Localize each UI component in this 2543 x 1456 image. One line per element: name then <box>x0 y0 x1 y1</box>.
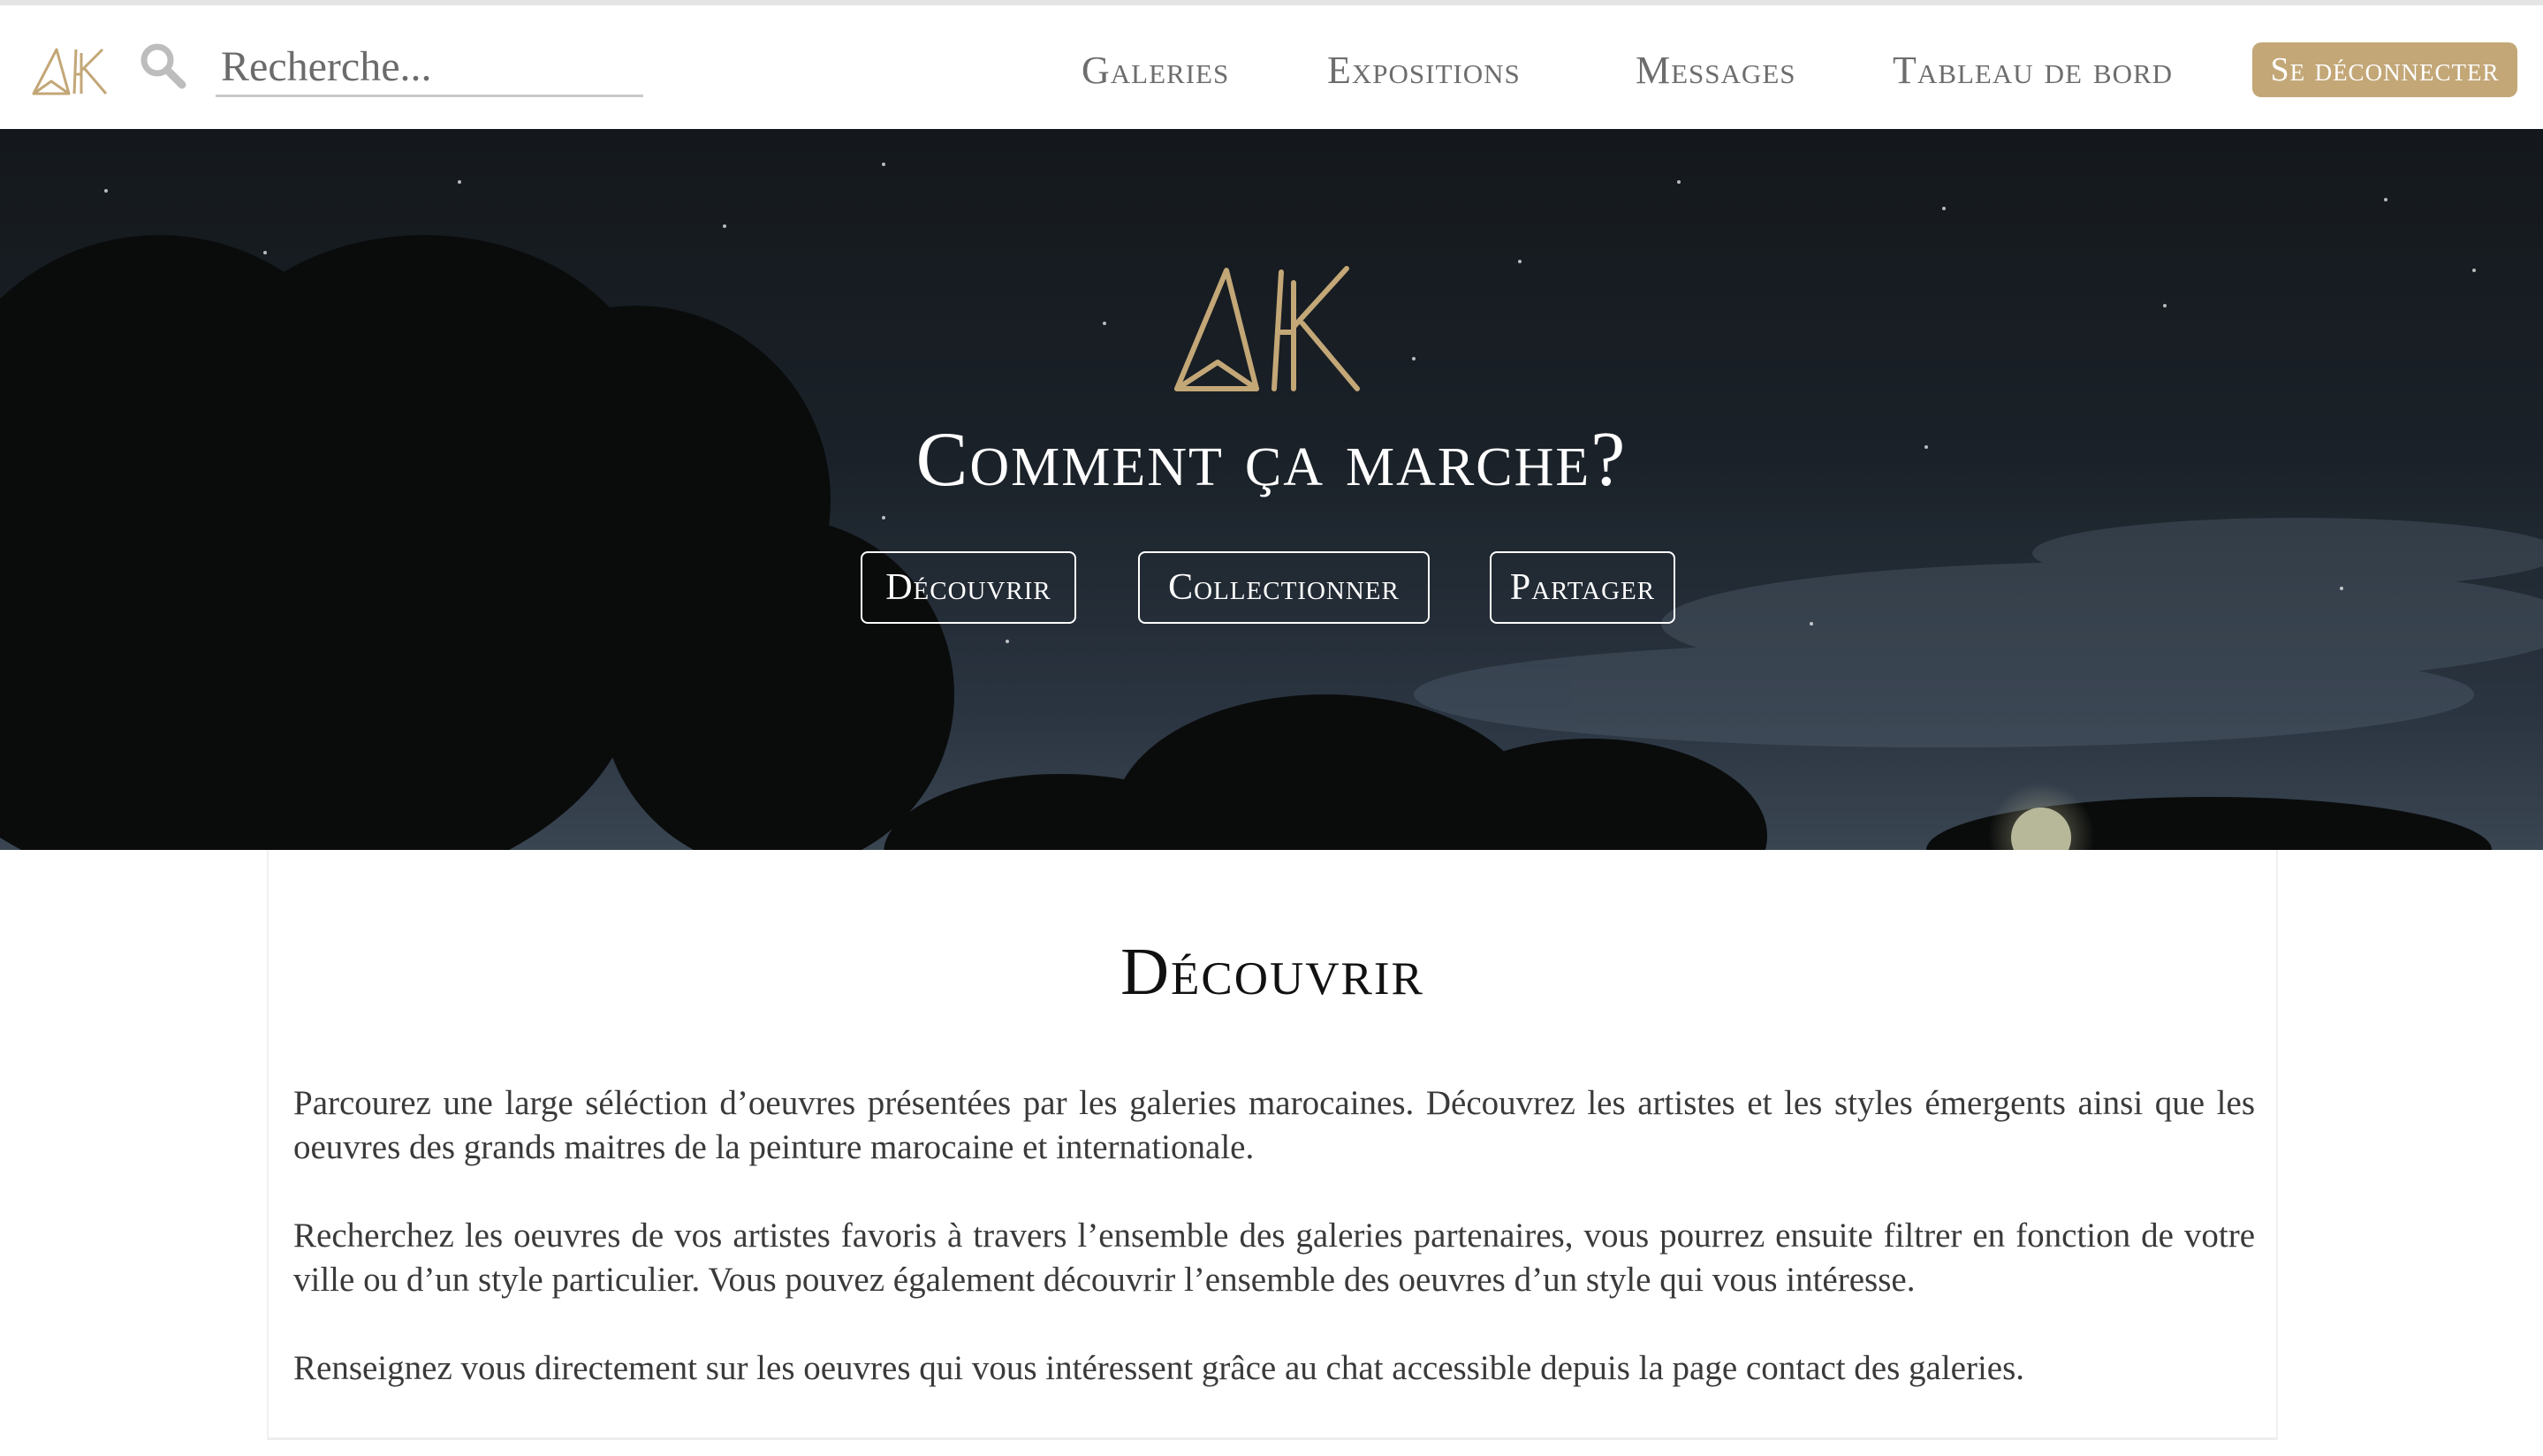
hero-button-partager[interactable]: Partager <box>1490 551 1675 624</box>
paragraph-2: Recherchez les oeuvres de vos artistes f… <box>293 1217 2255 1299</box>
hero-banner: Comment ça marche? Découvrir Collectionn… <box>0 129 2543 850</box>
navbar: Galeries Expositions Messages Tableau de… <box>0 5 2543 129</box>
paragraph-1: Parcourez une large séléction d’oeuvres … <box>293 1084 2255 1166</box>
search-icon[interactable] <box>138 41 187 90</box>
ak-hero-logo-icon <box>1174 266 1360 391</box>
search-input[interactable] <box>216 39 643 97</box>
logout-button[interactable]: Se déconnecter <box>2252 42 2517 97</box>
nav-link-tableau-de-bord[interactable]: Tableau de bord <box>1893 44 2173 97</box>
hero-button-collectionner[interactable]: Collectionner <box>1138 551 1430 624</box>
nav-link-messages[interactable]: Messages <box>1636 44 1796 97</box>
nav-link-expositions[interactable]: Expositions <box>1327 44 1521 97</box>
hero-button-decouvrir[interactable]: Découvrir <box>861 551 1076 624</box>
hero-title: Comment ça marche? <box>915 417 1628 503</box>
nav-link-galeries[interactable]: Galeries <box>1082 44 1229 97</box>
paragraph-3: Renseignez vous directement sur les oeuv… <box>293 1349 2025 1387</box>
section-title: Découvrir <box>1120 935 1424 1009</box>
content-section: Découvrir Parcourez une large séléction … <box>267 850 2278 1440</box>
ak-logo-icon[interactable] <box>30 44 110 97</box>
